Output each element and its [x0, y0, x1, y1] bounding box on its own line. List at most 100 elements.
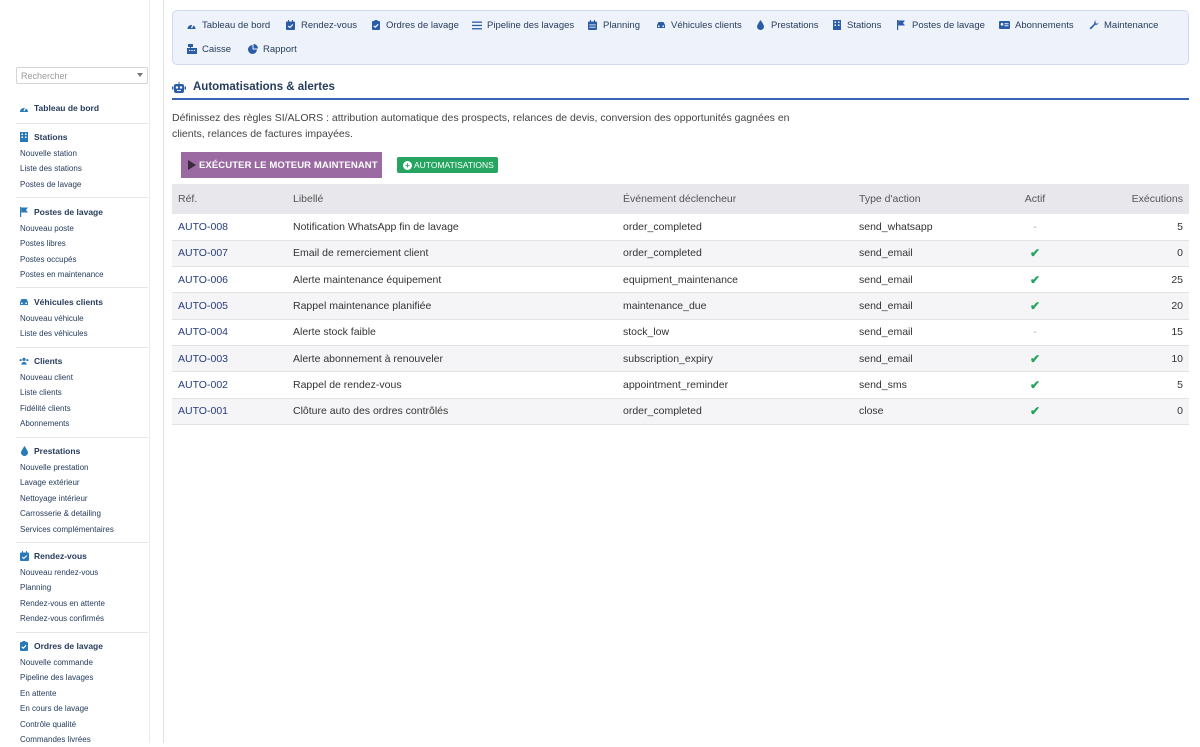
- automations-button[interactable]: + AUTOMATISATIONS: [397, 157, 498, 173]
- cell-ref[interactable]: AUTO-004: [172, 319, 287, 346]
- nav-tab-maintenance[interactable]: Maintenance: [1088, 17, 1158, 33]
- sidebar-heading-appointments[interactable]: Rendez-vous: [16, 549, 148, 563]
- check-icon: ✔: [1029, 272, 1041, 287]
- sidebar: Rechercher Tableau de bord Stations Nouv…: [0, 0, 164, 744]
- sidebar-item-new-client[interactable]: Nouveau client: [16, 370, 148, 385]
- column-header-action[interactable]: Type d'action: [853, 184, 993, 214]
- sidebar-section-dashboard: Tableau de bord: [16, 101, 148, 115]
- divider: [16, 287, 148, 288]
- sidebar-item-confirmed-appointments[interactable]: Rendez-vous confirmés: [16, 611, 148, 626]
- table-row[interactable]: AUTO-007 Email de remerciement client orde…: [172, 240, 1189, 268]
- sidebar-item-free-bays[interactable]: Postes libres: [16, 236, 148, 251]
- cell-ref[interactable]: AUTO-007: [172, 240, 287, 268]
- sidebar-heading-stations[interactable]: Stations: [16, 130, 148, 144]
- column-header-active[interactable]: Actif: [993, 184, 1077, 214]
- chevron-down-icon[interactable]: [137, 73, 143, 77]
- sidebar-item-pending-appointments[interactable]: Rendez-vous en attente: [16, 596, 148, 611]
- sidebar-item-new-bay[interactable]: Nouveau poste: [16, 221, 148, 236]
- cell-runs: 25: [1077, 266, 1189, 294]
- flag-icon: [19, 207, 29, 217]
- sidebar-item-wash-bays[interactable]: Postes de lavage: [16, 177, 148, 192]
- sidebar-item-dashboard[interactable]: Tableau de bord: [16, 101, 148, 115]
- sidebar-heading-vehicles[interactable]: Véhicules clients: [16, 295, 148, 309]
- plus-circle-icon: +: [403, 160, 412, 170]
- sidebar-item-client-list[interactable]: Liste clients: [16, 385, 148, 400]
- clipboard-check-icon: [19, 641, 29, 651]
- sidebar-item-interior-cleaning[interactable]: Nettoyage intérieur: [16, 491, 148, 506]
- nav-tab-appointments[interactable]: Rendez-vous: [285, 17, 357, 33]
- sidebar-item-detailing[interactable]: Carrosserie & detailing: [16, 506, 148, 521]
- play-icon: [188, 160, 196, 170]
- page-header: Automatisations & alertes: [172, 76, 1189, 100]
- sidebar-item-loyalty[interactable]: Fidélité clients: [16, 401, 148, 416]
- sidebar-item-vehicle-list[interactable]: Liste des véhicules: [16, 326, 148, 341]
- column-header-label[interactable]: Libellé: [287, 184, 617, 214]
- column-header-event[interactable]: Événement déclencheur: [617, 184, 853, 214]
- nav-tab-stations[interactable]: Stations: [831, 17, 881, 33]
- sidebar-heading-services[interactable]: Prestations: [16, 444, 148, 458]
- cell-ref[interactable]: AUTO-003: [172, 345, 287, 373]
- sidebar-heading-clients[interactable]: Clients: [16, 354, 148, 368]
- sidebar-item-new-order[interactable]: Nouvelle commande: [16, 655, 148, 670]
- sidebar-item-busy-bays[interactable]: Postes occupés: [16, 252, 148, 267]
- column-header-ref[interactable]: Réf.: [172, 184, 287, 214]
- nav-tab-planning[interactable]: Planning: [587, 17, 640, 33]
- cell-active: -: [993, 319, 1077, 346]
- sidebar-item-extra-services[interactable]: Services complémentaires: [16, 522, 148, 537]
- table-row[interactable]: AUTO-004 Alerte stock faible stock_low send…: [172, 319, 1189, 346]
- table-row[interactable]: AUTO-001 Clôture auto des ordres contrôlé…: [172, 398, 1189, 425]
- nav-tab-report[interactable]: Rapport: [247, 41, 297, 57]
- cell-ref[interactable]: AUTO-002: [172, 371, 287, 399]
- nav-tab-wash-pipeline[interactable]: Pipeline des lavages: [471, 17, 574, 33]
- sidebar-item-wash-pipeline[interactable]: Pipeline des lavages: [16, 670, 148, 685]
- sidebar-heading-bays[interactable]: Postes de lavage: [16, 205, 148, 219]
- nav-tab-wash-orders[interactable]: Ordres de lavage: [370, 17, 459, 33]
- table-row[interactable]: AUTO-003 Alerte abonnement à renouveler su…: [172, 345, 1189, 373]
- cell-active: ✔: [993, 240, 1077, 268]
- sidebar-item-subscriptions[interactable]: Abonnements: [16, 416, 148, 431]
- table-row[interactable]: AUTO-008 Notification WhatsApp fin de lav…: [172, 214, 1189, 241]
- sidebar-item-waiting[interactable]: En attente: [16, 686, 148, 701]
- nav-tab-cash-register[interactable]: Caisse: [186, 41, 231, 57]
- sidebar-item-new-vehicle[interactable]: Nouveau véhicule: [16, 311, 148, 326]
- nav-tab-vehicles[interactable]: Véhicules clients: [655, 17, 742, 33]
- cell-event: order_completed: [617, 214, 853, 241]
- sidebar-item-station-list[interactable]: Liste des stations: [16, 161, 148, 176]
- sidebar-item-exterior-wash[interactable]: Lavage extérieur: [16, 475, 148, 490]
- nav-tab-services[interactable]: Prestations: [755, 17, 819, 33]
- sidebar-item-quality-control[interactable]: Contrôle qualité: [16, 717, 148, 732]
- cell-event: equipment_maintenance: [617, 266, 853, 294]
- sidebar-heading-wash-orders[interactable]: Ordres de lavage: [16, 639, 148, 653]
- divider: [16, 542, 148, 543]
- nav-tab-wash-bays[interactable]: Postes de lavage: [896, 17, 985, 33]
- nav-tab-subscriptions[interactable]: Abonnements: [999, 17, 1074, 33]
- sidebar-item-new-appointment[interactable]: Nouveau rendez-vous: [16, 565, 148, 580]
- cell-ref[interactable]: AUTO-005: [172, 292, 287, 320]
- search-input[interactable]: Rechercher: [16, 67, 148, 84]
- column-header-runs[interactable]: Exécutions: [1077, 184, 1189, 214]
- sidebar-section-vehicles: Véhicules clients Nouveau véhicule Liste…: [16, 295, 148, 342]
- table-row[interactable]: AUTO-002 Rappel de rendez-vous appointment…: [172, 371, 1189, 399]
- users-icon: [19, 356, 29, 366]
- cell-action: send_email: [853, 292, 993, 320]
- cell-ref[interactable]: AUTO-008: [172, 214, 287, 241]
- nav-tab-dashboard[interactable]: Tableau de bord: [186, 17, 270, 33]
- sidebar-item-planning[interactable]: Planning: [16, 580, 148, 595]
- cell-ref[interactable]: AUTO-006: [172, 266, 287, 294]
- sidebar-item-delivered-orders[interactable]: Commandes livrées: [16, 732, 148, 747]
- sidebar-item-new-station[interactable]: Nouvelle station: [16, 146, 148, 161]
- sidebar-item-in-progress[interactable]: En cours de lavage: [16, 701, 148, 716]
- run-engine-button[interactable]: EXÉCUTER LE MOTEUR MAINTENANT: [181, 152, 382, 178]
- table-row[interactable]: AUTO-005 Rappel maintenance planifiée main…: [172, 292, 1189, 320]
- cell-ref[interactable]: AUTO-001: [172, 398, 287, 425]
- table-row[interactable]: AUTO-006 Alerte maintenance équipement equ…: [172, 266, 1189, 294]
- sidebar-item-new-service[interactable]: Nouvelle prestation: [16, 460, 148, 475]
- divider: [16, 632, 148, 633]
- dash-icon: -: [1033, 221, 1037, 233]
- calendar-check-icon: [285, 20, 296, 31]
- divider: [16, 437, 148, 438]
- cell-label: Alerte stock faible: [287, 319, 617, 346]
- wrench-icon: [1088, 20, 1099, 31]
- car-icon: [655, 20, 666, 31]
- sidebar-item-maintenance-bays[interactable]: Postes en maintenance: [16, 267, 148, 282]
